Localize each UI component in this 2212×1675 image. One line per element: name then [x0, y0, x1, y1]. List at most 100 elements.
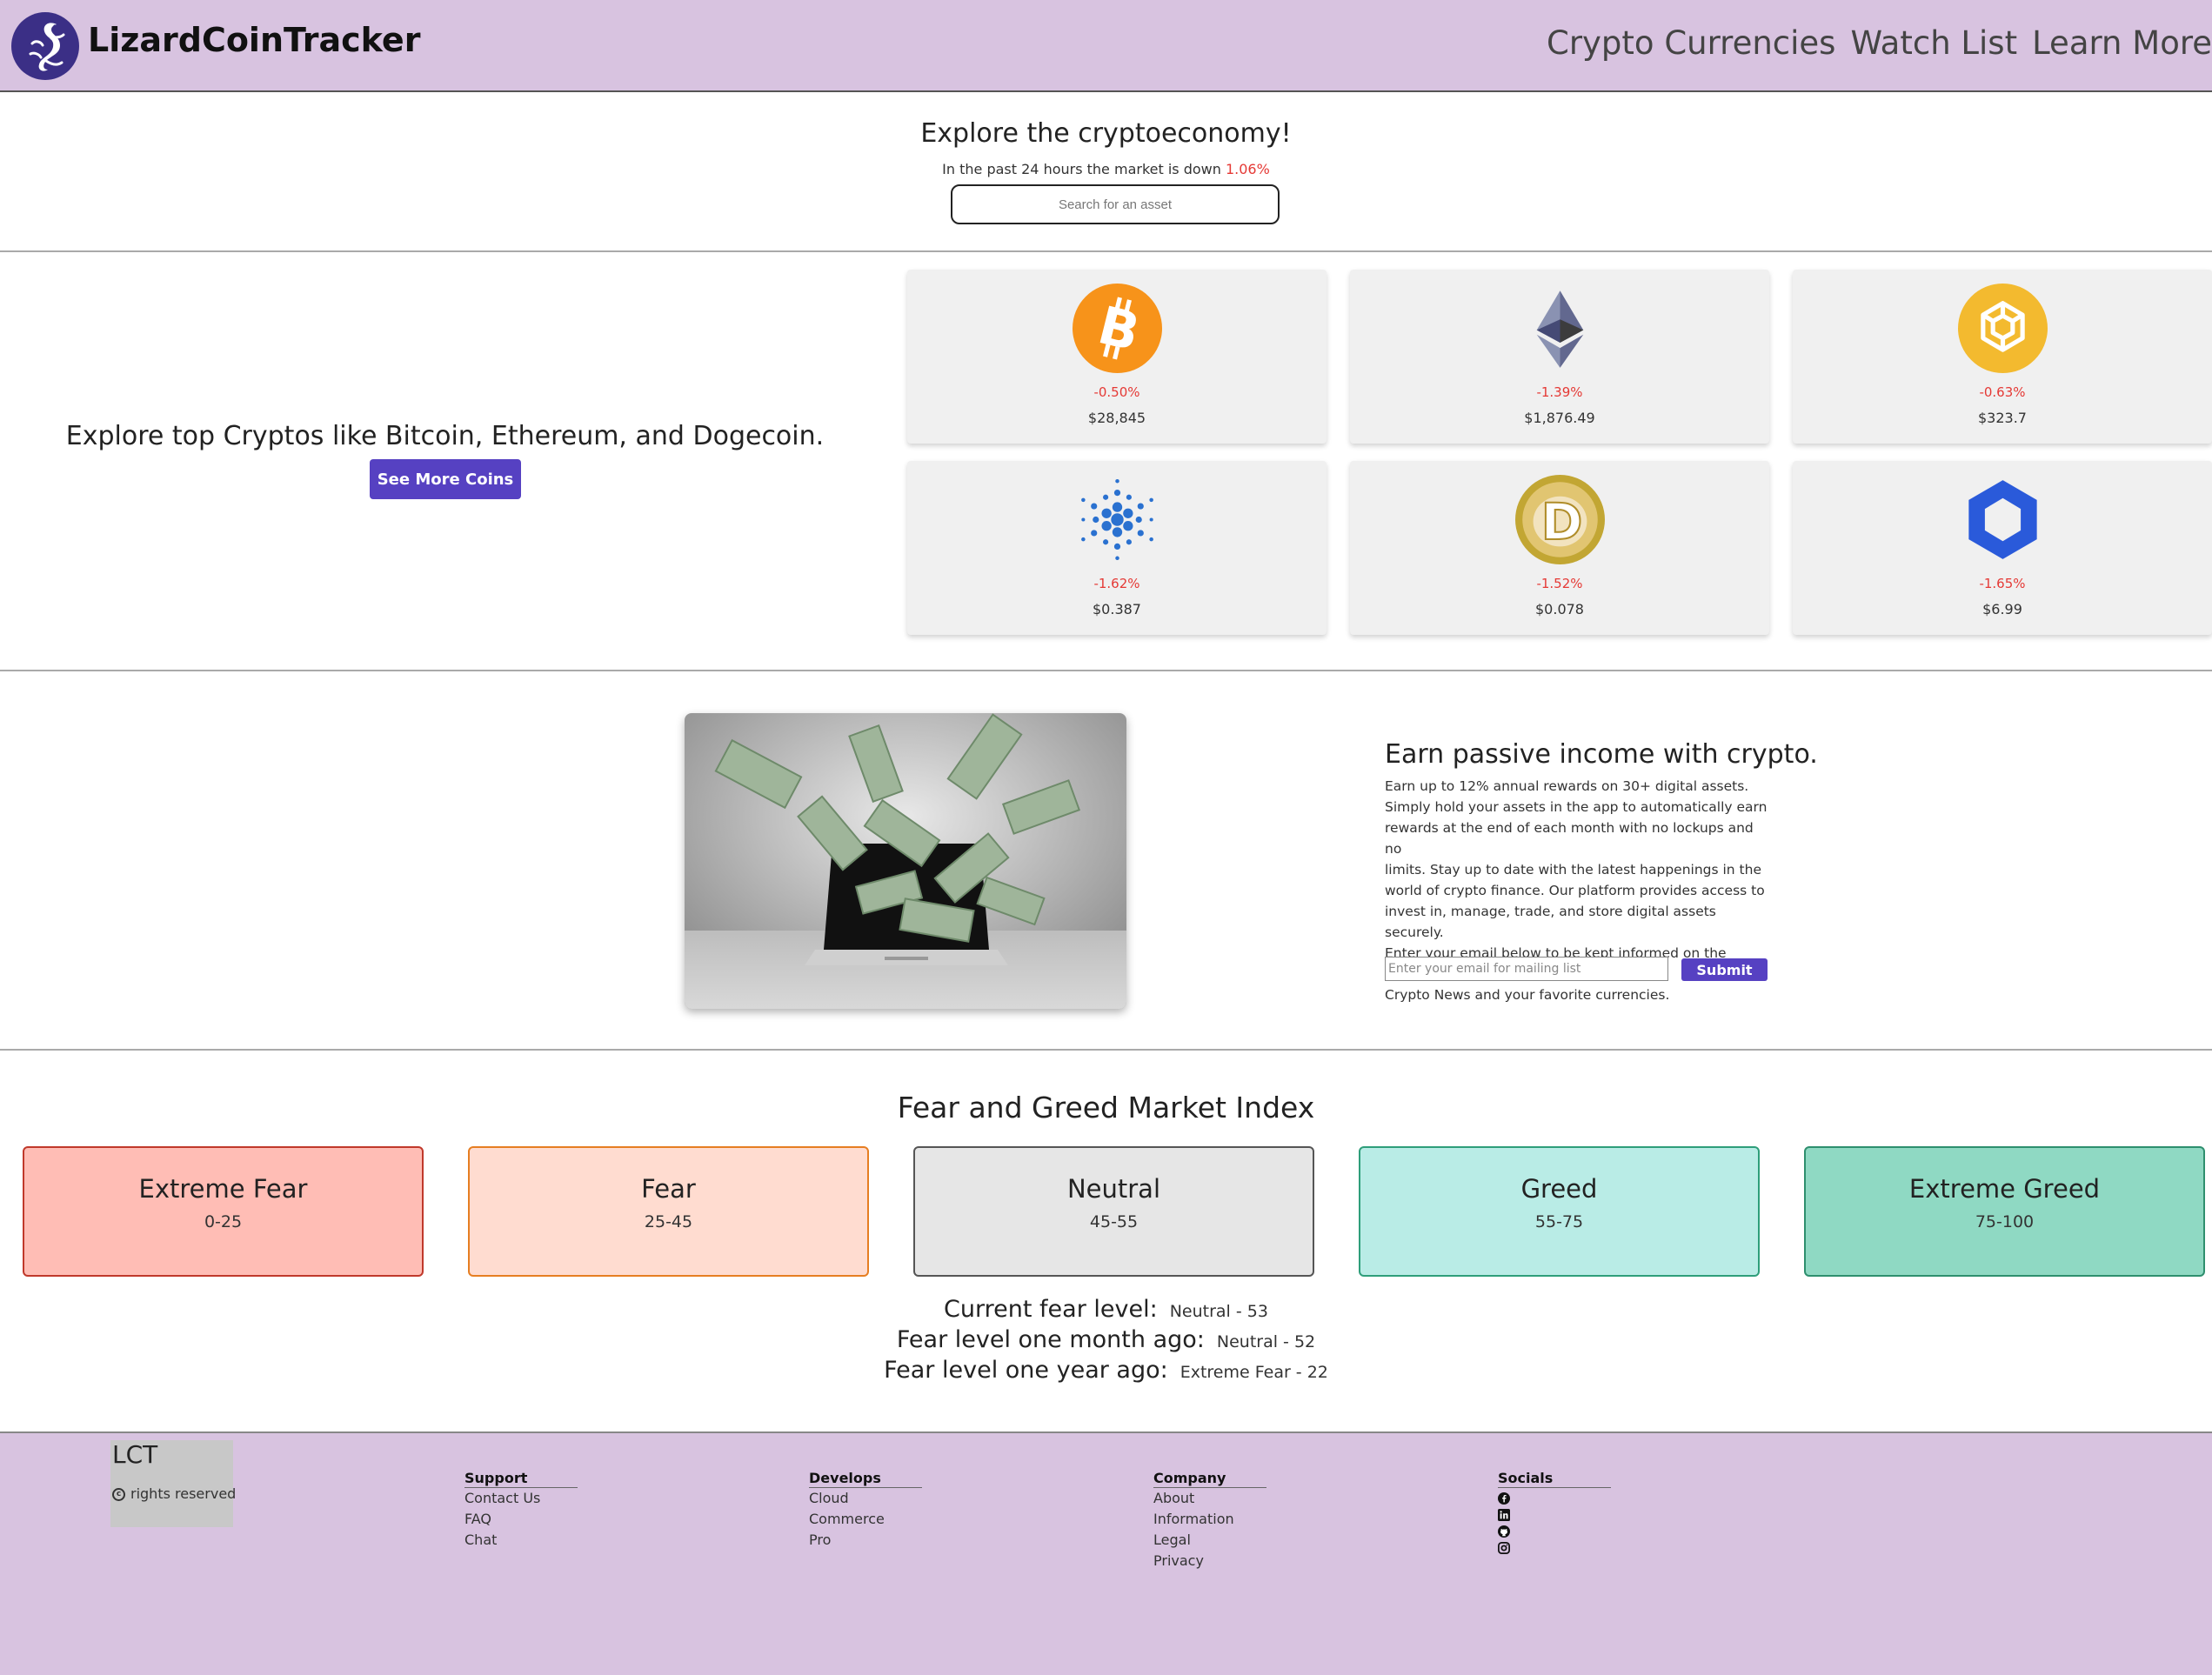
level-name: Fear	[641, 1174, 696, 1204]
coin-card-dogecoin[interactable]: D -1.52% $0.078	[1350, 461, 1769, 635]
coin-card-cardano[interactable]: -1.62% $0.387	[907, 461, 1327, 635]
market-change: 1.06%	[1225, 161, 1270, 177]
description-line: Earn up to 12% annual rewards on 30+ dig…	[1385, 778, 1749, 794]
fear-level-neutral: Neutral 45-55	[913, 1146, 1314, 1277]
cardano-icon	[1081, 478, 1153, 561]
top-cryptos-section: Explore top Cryptos like Bitcoin, Ethere…	[0, 252, 2212, 671]
coin-card-chainlink[interactable]: -1.65% $6.99	[1793, 461, 2212, 635]
fear-greed-title: Fear and Greed Market Index	[897, 1091, 1315, 1124]
coin-price: $0.387	[1093, 601, 1141, 617]
level-range: 25-45	[644, 1212, 693, 1231]
coin-card-binance-coin[interactable]: -0.63% $323.7	[1793, 270, 2212, 444]
submit-button[interactable]: Submit	[1681, 958, 1768, 981]
fear-level-extreme-greed: Extreme Greed 75-100	[1804, 1146, 2205, 1277]
footer-column-head: Socials	[1498, 1470, 1611, 1488]
footer-link-chat[interactable]: Chat	[464, 1530, 578, 1551]
coin-price: $1,876.49	[1524, 410, 1595, 426]
footer-link-faq[interactable]: FAQ	[464, 1509, 578, 1530]
current-fear-label: Current fear level:	[944, 1296, 1158, 1323]
level-name: Neutral	[1066, 1174, 1161, 1204]
hero-section: Explore the cryptoeconomy! In the past 2…	[0, 94, 2212, 252]
footer-brand: LCT	[112, 1440, 158, 1469]
footer-link-privacy[interactable]: Privacy	[1153, 1551, 1266, 1572]
fear-level-extreme-fear: Extreme Fear 0-25	[23, 1146, 424, 1277]
level-name: Greed	[1520, 1174, 1598, 1204]
coin-card-bitcoin[interactable]: B -0.50% $28,845	[907, 270, 1327, 444]
passive-income-section: Earn passive income with crypto. Earn up…	[0, 671, 2212, 1051]
market-summary: In the past 24 hours the market is down …	[0, 161, 2212, 177]
footer-link-cloud[interactable]: Cloud	[809, 1488, 922, 1509]
description-line: Simply hold your assets in the app to au…	[1385, 799, 1768, 815]
footer-brand-box: LCT c rights reserved	[110, 1440, 236, 1527]
footer-link-about[interactable]: About	[1153, 1488, 1266, 1509]
year-fear-level: Fear level one year ago: Extreme Fear - 2…	[0, 1357, 2212, 1384]
footer-column-company: Company About Information Legal Privacy	[1153, 1470, 1266, 1572]
facebook-icon[interactable]	[1498, 1492, 1510, 1505]
fear-greed-section: Fear and Greed Market Index Extreme Fear…	[0, 1051, 2212, 1431]
svg-text:D: D	[1541, 492, 1583, 551]
nav-crypto-currencies[interactable]: Crypto Currencies	[1547, 24, 1835, 62]
current-fear-value: Neutral - 53	[1169, 1302, 1268, 1321]
asset-search-input[interactable]	[951, 184, 1280, 224]
rights-text: rights reserved	[130, 1485, 237, 1502]
current-fear-level: Current fear level: Neutral - 53	[0, 1296, 2212, 1323]
coin-change: -1.62%	[1093, 576, 1140, 591]
instagram-icon[interactable]	[1498, 1542, 1510, 1554]
dogecoin-icon: D	[1515, 475, 1605, 564]
binance-coin-icon	[1958, 284, 2048, 373]
coin-price: $0.078	[1535, 601, 1584, 617]
coin-change: -1.52%	[1536, 576, 1583, 591]
copyright: c rights reserved	[112, 1485, 236, 1502]
description-line: world of crypto finance. Our platform pr…	[1385, 883, 1765, 898]
footer-column-support: Support Contact Us FAQ Chat	[464, 1470, 578, 1551]
lizard-logo-icon[interactable]	[11, 12, 79, 80]
top-cryptos-text: Explore top Cryptos like Bitcoin, Ethere…	[65, 421, 825, 451]
footer-link-legal[interactable]: Legal	[1153, 1530, 1266, 1551]
level-name: Extreme Greed	[1908, 1174, 2101, 1204]
brand-name[interactable]: LizardCoinTracker	[88, 21, 420, 59]
bitcoin-icon: B	[1073, 284, 1162, 373]
coin-price: $323.7	[1978, 410, 2027, 426]
footer-link-information[interactable]: Information	[1153, 1509, 1266, 1530]
github-icon[interactable]	[1498, 1525, 1510, 1538]
coin-change: -0.63%	[1979, 384, 2026, 400]
hero-title: Explore the cryptoeconomy!	[920, 118, 1292, 149]
description-line: rewards at the end of each month with no…	[1385, 820, 1754, 857]
fear-level-greed: Greed 55-75	[1359, 1146, 1760, 1277]
linkedin-icon[interactable]	[1498, 1509, 1510, 1521]
level-range: 0-25	[204, 1212, 243, 1231]
footer-column-head: Support	[464, 1470, 578, 1488]
nav-learn-more[interactable]: Learn More	[2032, 24, 2212, 62]
description-line: invest in, manage, trade, and store digi…	[1385, 904, 1716, 940]
coin-card-ethereum[interactable]: -1.39% $1,876.49	[1350, 270, 1769, 444]
year-fear-label: Fear level one year ago:	[884, 1357, 1168, 1384]
fear-level-fear: Fear 25-45	[468, 1146, 869, 1277]
footer: LCT c rights reserved Support Contact Us …	[0, 1431, 2212, 1675]
nav-links: Crypto Currencies Watch List Learn More	[1547, 24, 2212, 62]
footer-link-contact-us[interactable]: Contact Us	[464, 1488, 578, 1509]
level-range: 45-55	[1089, 1212, 1139, 1231]
passive-income-title: Earn passive income with crypto.	[1385, 739, 1818, 770]
month-fear-level: Fear level one month ago: Neutral - 52	[0, 1326, 2212, 1353]
footer-column-develops: Develops Cloud Commerce Pro	[809, 1470, 922, 1551]
copyright-icon: c	[112, 1488, 125, 1501]
ethereum-icon	[1536, 290, 1584, 368]
level-name: Extreme Fear	[138, 1174, 308, 1204]
month-fear-label: Fear level one month ago:	[896, 1326, 1205, 1353]
navbar: LizardCoinTracker Crypto Currencies Watc…	[0, 0, 2212, 92]
coin-change: -0.50%	[1093, 384, 1140, 400]
nav-watch-list[interactable]: Watch List	[1850, 24, 2017, 62]
level-range: 75-100	[1975, 1212, 2035, 1231]
coin-price: $28,845	[1087, 410, 1146, 426]
footer-link-commerce[interactable]: Commerce	[809, 1509, 922, 1530]
month-fear-value: Neutral - 52	[1216, 1332, 1316, 1351]
coin-price: $6.99	[1982, 601, 2022, 617]
level-range: 55-75	[1534, 1212, 1584, 1231]
footer-link-pro[interactable]: Pro	[809, 1530, 922, 1551]
mailing-list-email-input[interactable]	[1385, 957, 1668, 981]
footer-column-head: Company	[1153, 1470, 1266, 1488]
see-more-coins-button[interactable]: See More Coins	[370, 459, 521, 499]
market-summary-text: In the past 24 hours the market is down	[942, 161, 1221, 177]
footer-column-head: Develops	[809, 1470, 922, 1488]
coin-change: -1.65%	[1979, 576, 2026, 591]
